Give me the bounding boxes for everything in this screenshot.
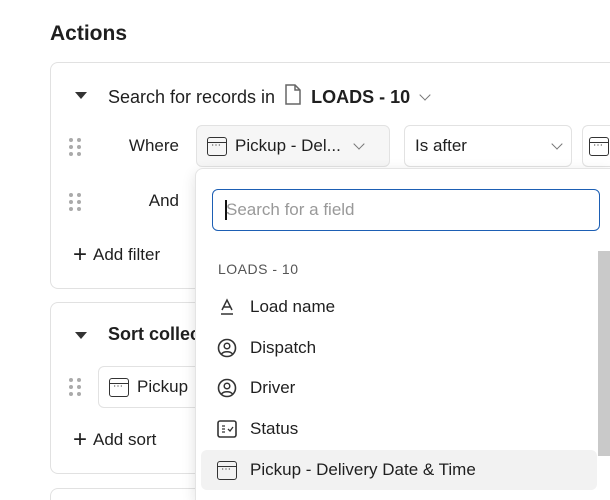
user-circle-icon: [217, 338, 237, 358]
card-title: Search for records in LOADS - 10: [108, 84, 431, 108]
filter-label: Where: [128, 136, 179, 155]
text-icon: [217, 297, 237, 317]
filter-label: And: [148, 191, 179, 210]
collapse-icon[interactable]: [75, 332, 87, 339]
operator-select[interactable]: Is after: [404, 125, 572, 167]
user-circle-icon: [217, 378, 237, 398]
field-option-driver[interactable]: Driver: [201, 368, 597, 408]
field-option-pickup-delivery[interactable]: Pickup - Delivery Date & Time: [201, 450, 597, 490]
value-select[interactable]: [582, 125, 610, 167]
field-option-load-name[interactable]: Load name: [201, 287, 597, 327]
document-icon: [285, 84, 301, 105]
drag-handle[interactable]: [69, 138, 81, 156]
page-title: Actions: [50, 22, 128, 45]
field-select[interactable]: Pickup - Del...: [196, 125, 390, 167]
calendar-icon: [207, 136, 227, 156]
checklist-icon: [217, 419, 237, 439]
plus-icon: +: [73, 426, 88, 453]
field-option-dispatch[interactable]: Dispatch: [201, 328, 597, 368]
calendar-icon: [109, 377, 129, 397]
add-filter-button[interactable]: + Add filter: [73, 241, 160, 268]
calendar-icon: [589, 136, 609, 156]
field-dropdown: Search for a field LOADS - 10 Load name …: [195, 168, 610, 500]
drag-handle[interactable]: [69, 193, 81, 211]
field-search-input[interactable]: Search for a field: [212, 189, 600, 231]
table-selector[interactable]: LOADS - 10: [311, 87, 410, 107]
plus-icon: +: [73, 241, 88, 268]
chevron-down-icon: [551, 138, 563, 150]
collapse-icon[interactable]: [75, 92, 87, 99]
calendar-icon: [217, 460, 237, 480]
add-sort-button[interactable]: + Add sort: [73, 426, 156, 453]
chevron-down-icon[interactable]: [419, 89, 431, 101]
chevron-down-icon: [353, 138, 365, 150]
field-option-status[interactable]: Status: [201, 409, 597, 449]
drag-handle[interactable]: [69, 378, 81, 396]
scrollbar[interactable]: [598, 251, 610, 456]
section-header: LOADS - 10: [218, 261, 299, 277]
